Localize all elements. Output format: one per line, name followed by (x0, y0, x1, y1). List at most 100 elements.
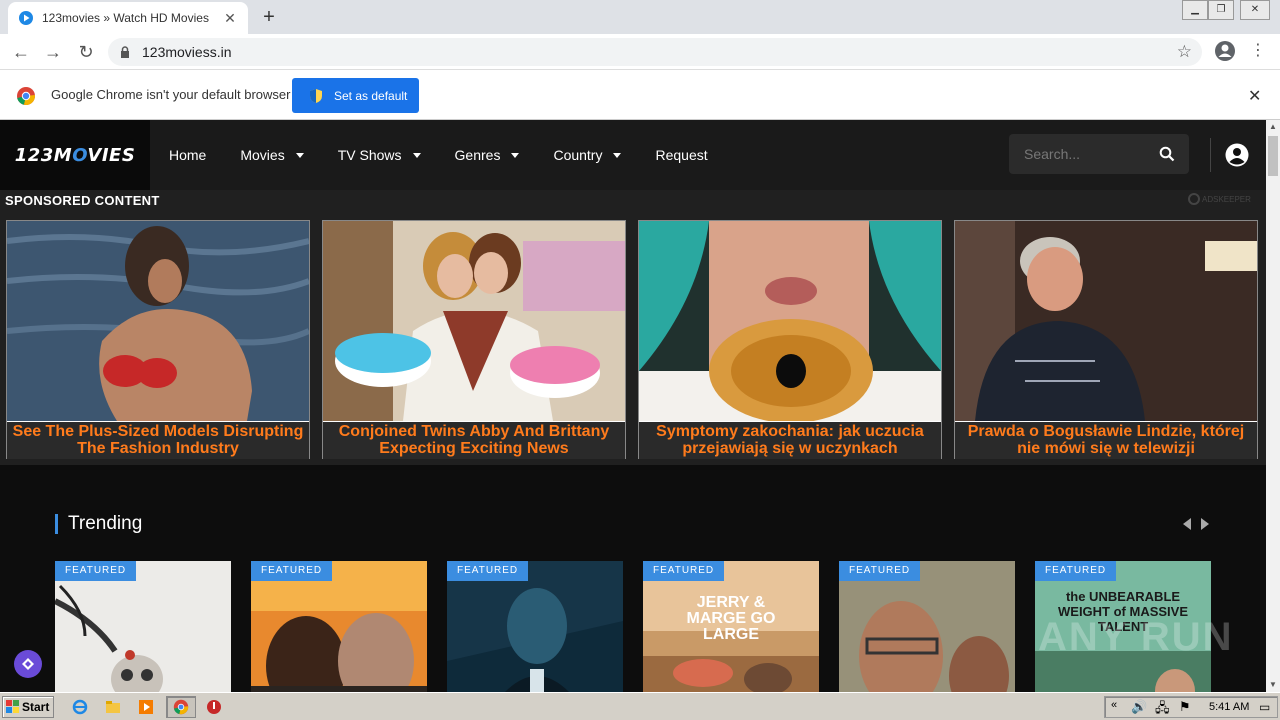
search-input[interactable] (1009, 134, 1149, 174)
carousel-next-icon[interactable] (1201, 518, 1209, 530)
caret-down-icon (412, 152, 421, 158)
folder-icon[interactable] (105, 699, 121, 715)
ad-caption[interactable]: Symptomy zakochania: jak uczucia przejaw… (639, 422, 941, 459)
nav-request-label: Request (655, 147, 708, 163)
back-icon[interactable]: ← (10, 41, 32, 63)
network-icon[interactable]: 🖧 (1155, 699, 1170, 720)
nav-country[interactable]: Country (553, 147, 622, 163)
bookmark-star-icon[interactable]: ☆ (1177, 42, 1192, 62)
url-text: 123moviess.in (142, 44, 232, 60)
volume-icon[interactable]: 🔊 (1131, 699, 1147, 715)
sponsored-ad-card[interactable]: Prawda o Bogusławie Lindzie, której nie … (954, 220, 1258, 459)
restore-button[interactable]: ❐ (1208, 0, 1234, 20)
ad-caption[interactable]: Conjoined Twins Abby And Brittany Expect… (323, 422, 625, 459)
infobar-close-icon[interactable]: ✕ (1248, 86, 1261, 106)
ad-caption[interactable]: Prawda o Bogusławie Lindzie, której nie … (955, 422, 1257, 459)
poster-title: JERRY & MARGE GO LARGE (686, 594, 776, 643)
lock-icon (121, 46, 129, 58)
tab-title: 123movies » Watch HD Movies & TV (42, 11, 212, 25)
action-center-flag-icon[interactable]: ⚑ (1179, 699, 1191, 715)
internet-explorer-icon[interactable] (72, 699, 88, 715)
window-close-button[interactable]: ✕ (1240, 0, 1270, 20)
logo-text-part: 123M (14, 144, 73, 166)
caret-down-icon (511, 152, 520, 158)
taskbar-clock[interactable]: 5:41 AM (1209, 701, 1249, 713)
nav-country-label: Country (553, 147, 603, 163)
nav-request[interactable]: Request (655, 147, 707, 163)
new-tab-button[interactable]: + (258, 6, 280, 28)
page-scrollbar[interactable]: ▲ ▼ (1266, 120, 1280, 692)
shield-icon (310, 88, 322, 103)
trending-poster[interactable]: FEATURED (55, 561, 231, 692)
search-box (1009, 134, 1189, 174)
system-tray: « 🔊 🖧 ⚑ 5:41 AM ▭ (1104, 696, 1278, 718)
tab-strip: 123movies » Watch HD Movies & TV ✕ + ▁ ❐… (0, 0, 1280, 34)
trending-poster[interactable]: FEATURED (251, 561, 427, 692)
search-icon[interactable] (1159, 146, 1175, 162)
trending-title: Trending (68, 513, 143, 534)
address-bar[interactable]: 123moviess.in ☆ (108, 38, 1202, 66)
play-favicon-icon (19, 11, 33, 25)
scroll-down-icon[interactable]: ▼ (1266, 678, 1280, 692)
featured-badge: FEATURED (643, 561, 725, 581)
chrome-taskbar-button[interactable] (166, 696, 196, 718)
show-desktop-icon[interactable]: ▭ (1259, 700, 1270, 714)
featured-badge: FEATURED (447, 561, 529, 581)
windows-taskbar: Start « 🔊 🖧 ⚑ 5:41 AM ▭ (0, 692, 1280, 720)
tray-expand-icon[interactable]: « (1111, 699, 1117, 711)
chrome-logo-icon (17, 87, 35, 106)
adskeeper-logo[interactable]: ADSKEEPER (1188, 193, 1251, 205)
floating-chat-button[interactable] (14, 650, 42, 678)
sponsored-section: SPONSORED CONTENT ADSKEEPER See The Plus… (0, 190, 1266, 465)
site-logo[interactable]: 123MOVIES (0, 120, 150, 190)
trending-poster[interactable]: JERRY & MARGE GO LARGE FEATURED (643, 561, 819, 692)
sponsored-ad-card[interactable]: See The Plus-Sized Models Disrupting The… (6, 220, 310, 459)
header-divider (1210, 138, 1211, 172)
start-button[interactable]: Start (2, 696, 54, 718)
chrome-menu-icon[interactable]: ⋮ (1250, 42, 1266, 60)
nav-genres-label: Genres (454, 147, 501, 163)
nav-genres[interactable]: Genres (455, 147, 520, 163)
trending-poster[interactable]: FEATURED (839, 561, 1015, 692)
browser-tab[interactable]: 123movies » Watch HD Movies & TV ✕ (8, 2, 248, 34)
featured-badge: FEATURED (55, 561, 137, 581)
nav-home[interactable]: Home (169, 147, 206, 163)
website-content: 123MOVIES Home Movies TV Shows Genres Co… (0, 120, 1266, 692)
media-player-icon[interactable] (138, 699, 154, 715)
minimize-button[interactable]: ▁ (1182, 0, 1208, 20)
ad-caption[interactable]: See The Plus-Sized Models Disrupting The… (7, 422, 309, 459)
carousel-prev-icon[interactable] (1183, 518, 1191, 530)
tab-close-icon[interactable]: ✕ (222, 10, 238, 26)
set-as-default-label: Set as default (334, 88, 408, 103)
reload-icon[interactable]: ↻ (75, 41, 97, 63)
anyrun-watermark: ANY RUN (1038, 615, 1234, 659)
nav-movies[interactable]: Movies (240, 147, 304, 163)
trending-accent-bar (55, 514, 58, 534)
adskeeper-label: ADSKEEPER (1202, 194, 1251, 204)
default-browser-infobar: Google Chrome isn't your default browser… (0, 70, 1280, 120)
set-as-default-button[interactable]: Set as default (292, 78, 419, 113)
nav-home-label: Home (169, 147, 207, 163)
caret-down-icon (295, 152, 304, 158)
ad-image (7, 221, 309, 421)
sponsored-ad-card[interactable]: Conjoined Twins Abby And Brittany Expect… (322, 220, 626, 459)
nav-tv-shows[interactable]: TV Shows (338, 147, 421, 163)
user-account-icon[interactable] (1225, 143, 1249, 167)
browser-toolbar: ← → ↻ 123moviess.in ☆ (0, 34, 1280, 70)
profile-icon[interactable] (1214, 40, 1236, 62)
nav-tv-shows-label: TV Shows (337, 147, 402, 163)
scroll-thumb[interactable] (1268, 136, 1278, 176)
forward-icon[interactable]: → (42, 41, 64, 63)
windows-flag-icon (6, 700, 19, 713)
nav-movies-label: Movies (240, 147, 285, 163)
adskeeper-mark-icon (1188, 193, 1200, 205)
sponsored-ad-card[interactable]: Symptomy zakochania: jak uczucia przejaw… (638, 220, 942, 459)
trending-poster[interactable]: FEATURED (447, 561, 623, 692)
ad-image (323, 221, 625, 421)
featured-badge: FEATURED (1035, 561, 1117, 581)
ad-image (639, 221, 941, 421)
stop-icon[interactable] (206, 699, 222, 715)
scroll-up-icon[interactable]: ▲ (1266, 120, 1280, 134)
sponsored-title: SPONSORED CONTENT (5, 193, 160, 208)
ad-image (955, 221, 1257, 421)
